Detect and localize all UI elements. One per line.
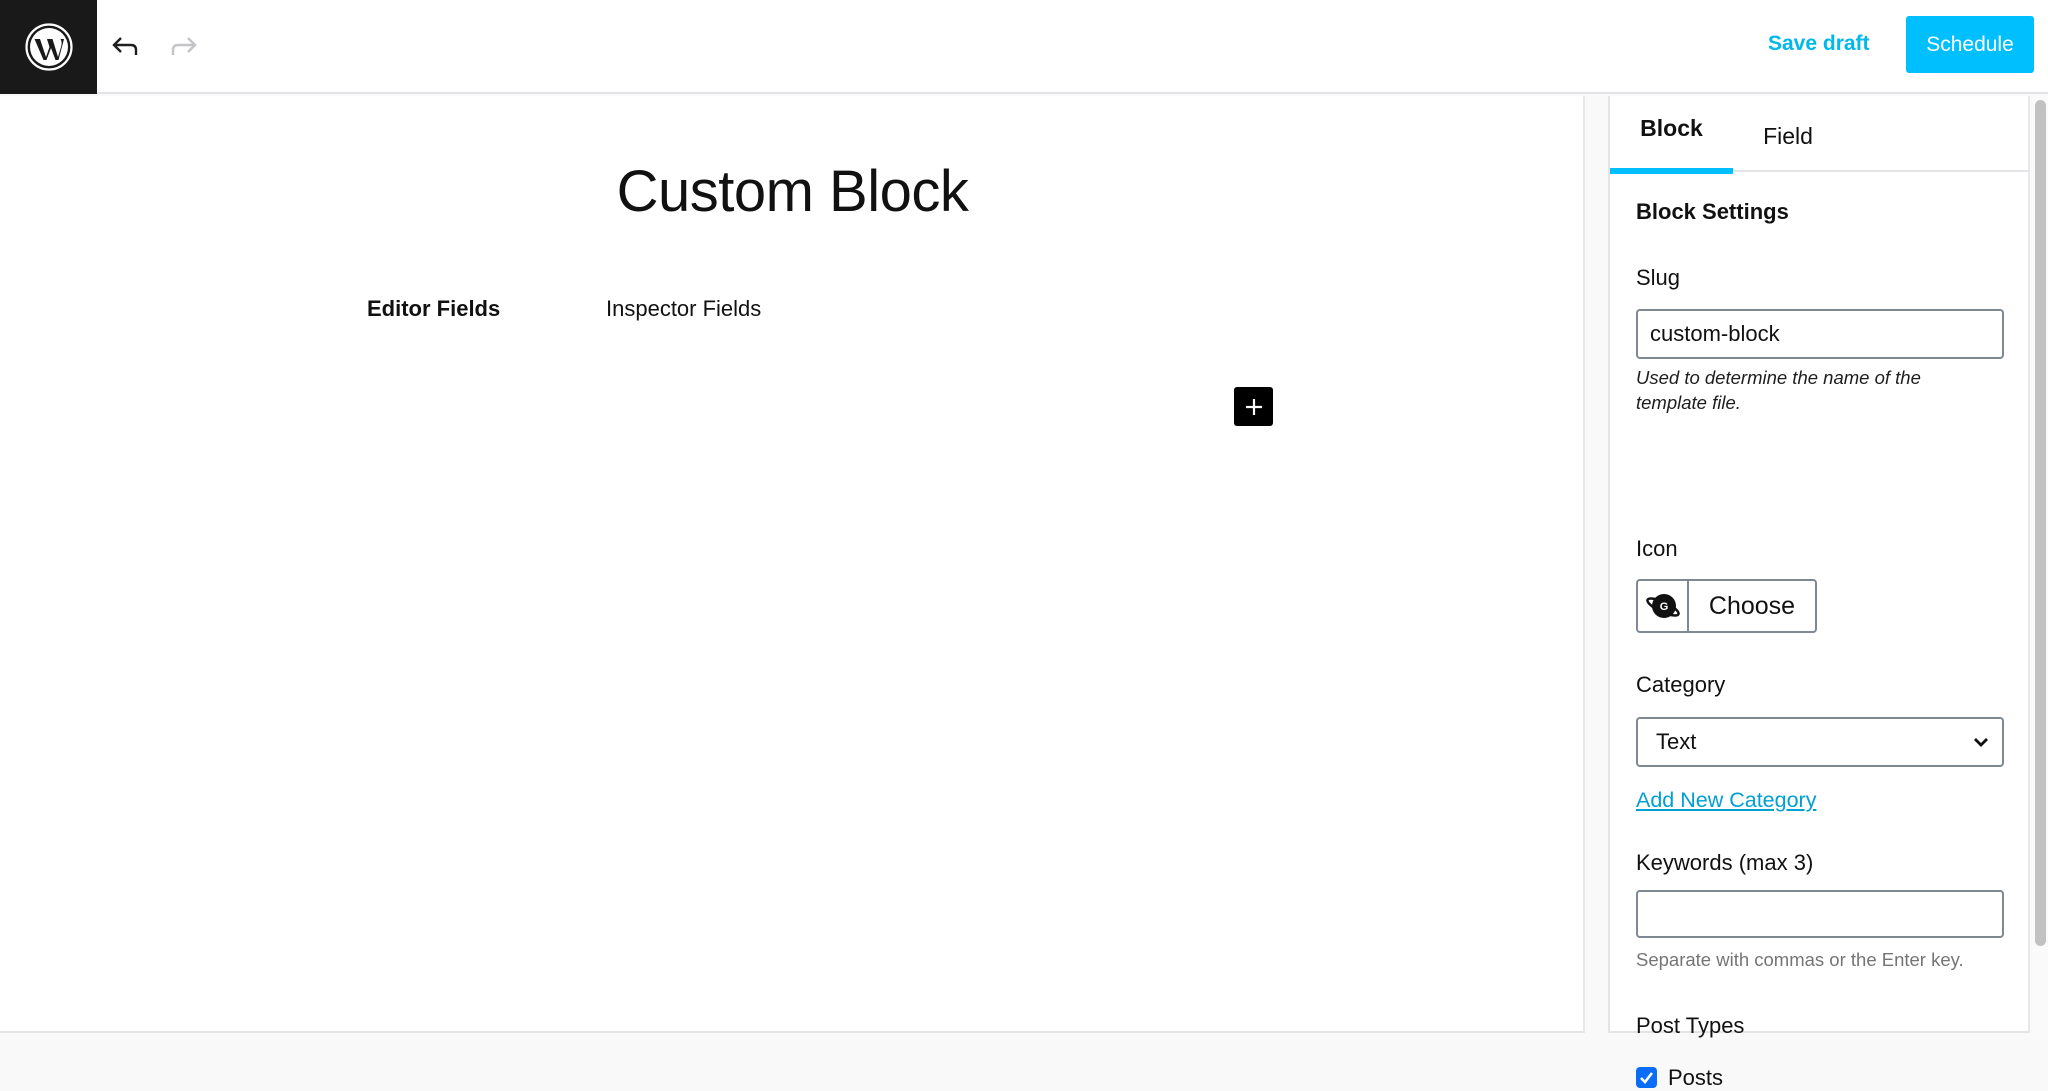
checkmark-icon <box>1640 1072 1654 1084</box>
slug-input[interactable] <box>1636 309 2004 359</box>
choose-icon-button[interactable]: Choose <box>1689 581 1815 631</box>
scrollbar-thumb[interactable] <box>2035 100 2046 946</box>
block-settings-heading: Block Settings <box>1636 199 1789 224</box>
editor-canvas: Custom Block Editor Fields Inspector Fie… <box>0 96 1585 1033</box>
tab-editor-fields[interactable]: Editor Fields <box>367 296 500 322</box>
icon-preview: G <box>1638 581 1689 631</box>
icon-picker: G Choose <box>1636 579 1817 633</box>
keywords-help-text: Separate with commas or the Enter key. <box>1636 949 1964 970</box>
tab-block[interactable]: Block <box>1610 96 1733 174</box>
post-title[interactable]: Custom Block <box>0 158 1585 225</box>
add-field-button[interactable] <box>1234 387 1273 426</box>
posts-checkbox[interactable] <box>1636 1067 1657 1088</box>
editor-header: Save draft Schedule <box>0 0 2048 94</box>
posts-checkbox-label[interactable]: Posts <box>1668 1065 1723 1091</box>
undo-button[interactable] <box>106 26 146 66</box>
svg-text:G: G <box>1659 601 1668 613</box>
tab-field[interactable]: Field <box>1733 96 1843 172</box>
slug-label: Slug <box>1636 265 1681 290</box>
keywords-input[interactable] <box>1636 890 2004 938</box>
tab-inspector-fields[interactable]: Inspector Fields <box>606 296 761 322</box>
plus-icon <box>1245 398 1262 415</box>
post-types-label: Post Types <box>1636 1013 1745 1038</box>
keywords-label: Keywords (max 3) <box>1636 850 1814 875</box>
sidebar-tabs: Block Field <box>1610 96 2030 174</box>
category-selected-value: Text <box>1656 729 1697 754</box>
add-new-category-link[interactable]: Add New Category <box>1636 788 1816 813</box>
chevron-down-icon <box>1974 738 1988 747</box>
wordpress-logo-icon <box>24 23 73 71</box>
redo-icon <box>171 37 197 55</box>
slug-help-text: Used to determine the name of the templa… <box>1636 367 1921 413</box>
settings-sidebar: Block Field Block Settings Slug Used to … <box>1608 96 2030 1090</box>
wordpress-logo-button[interactable] <box>0 0 97 94</box>
genesis-planet-icon: G <box>1645 594 1680 618</box>
schedule-button[interactable]: Schedule <box>1906 16 2034 73</box>
save-draft-button[interactable]: Save draft <box>1768 24 1870 64</box>
category-label: Category <box>1636 672 1726 697</box>
sidebar-scrollbar[interactable] <box>2032 96 2048 1033</box>
undo-icon <box>112 37 138 55</box>
icon-label: Icon <box>1636 536 1678 561</box>
category-select[interactable]: Text <box>1636 717 2004 767</box>
redo-button[interactable] <box>163 26 203 66</box>
